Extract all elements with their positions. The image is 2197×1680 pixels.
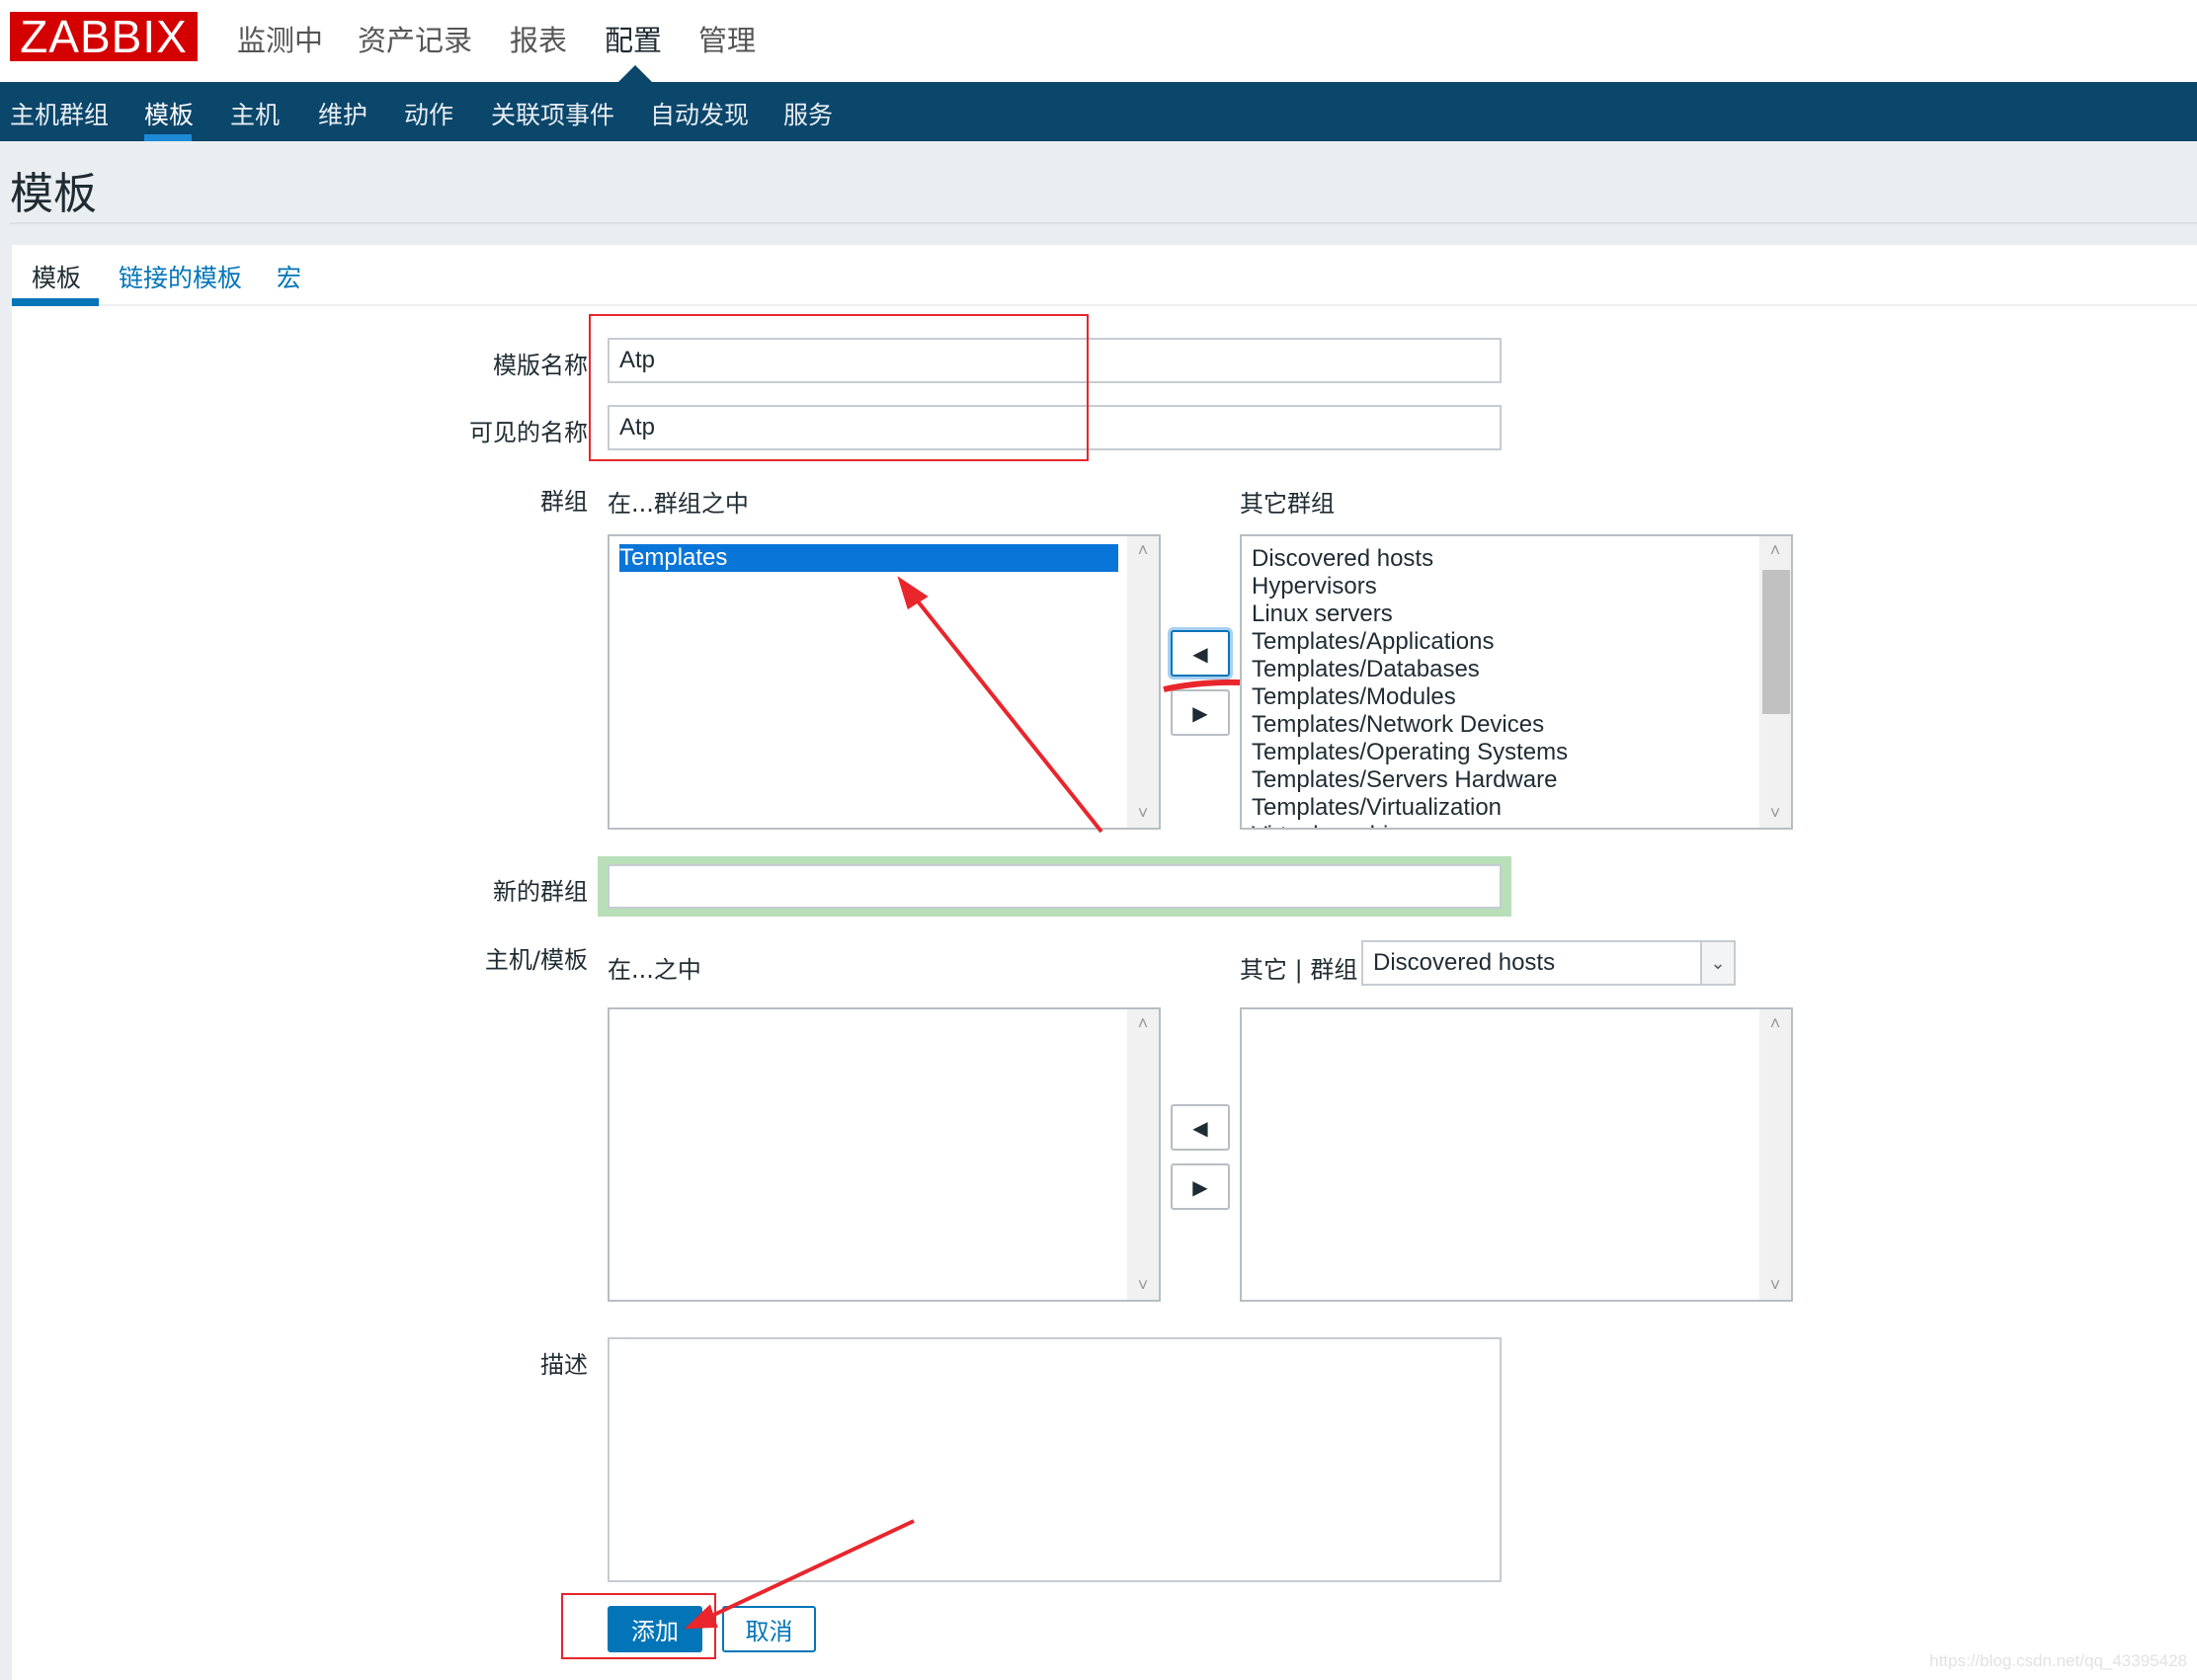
watermark: https://blog.csdn.net/qq_43395428 xyxy=(1929,1651,2187,1670)
annotation-underline xyxy=(1163,679,1241,692)
annotation-arrowhead xyxy=(684,1604,718,1630)
annotation-arrows xyxy=(684,576,1241,1630)
annotation-arrow-line xyxy=(909,591,1103,834)
annotation-arrow-line xyxy=(702,1519,915,1622)
